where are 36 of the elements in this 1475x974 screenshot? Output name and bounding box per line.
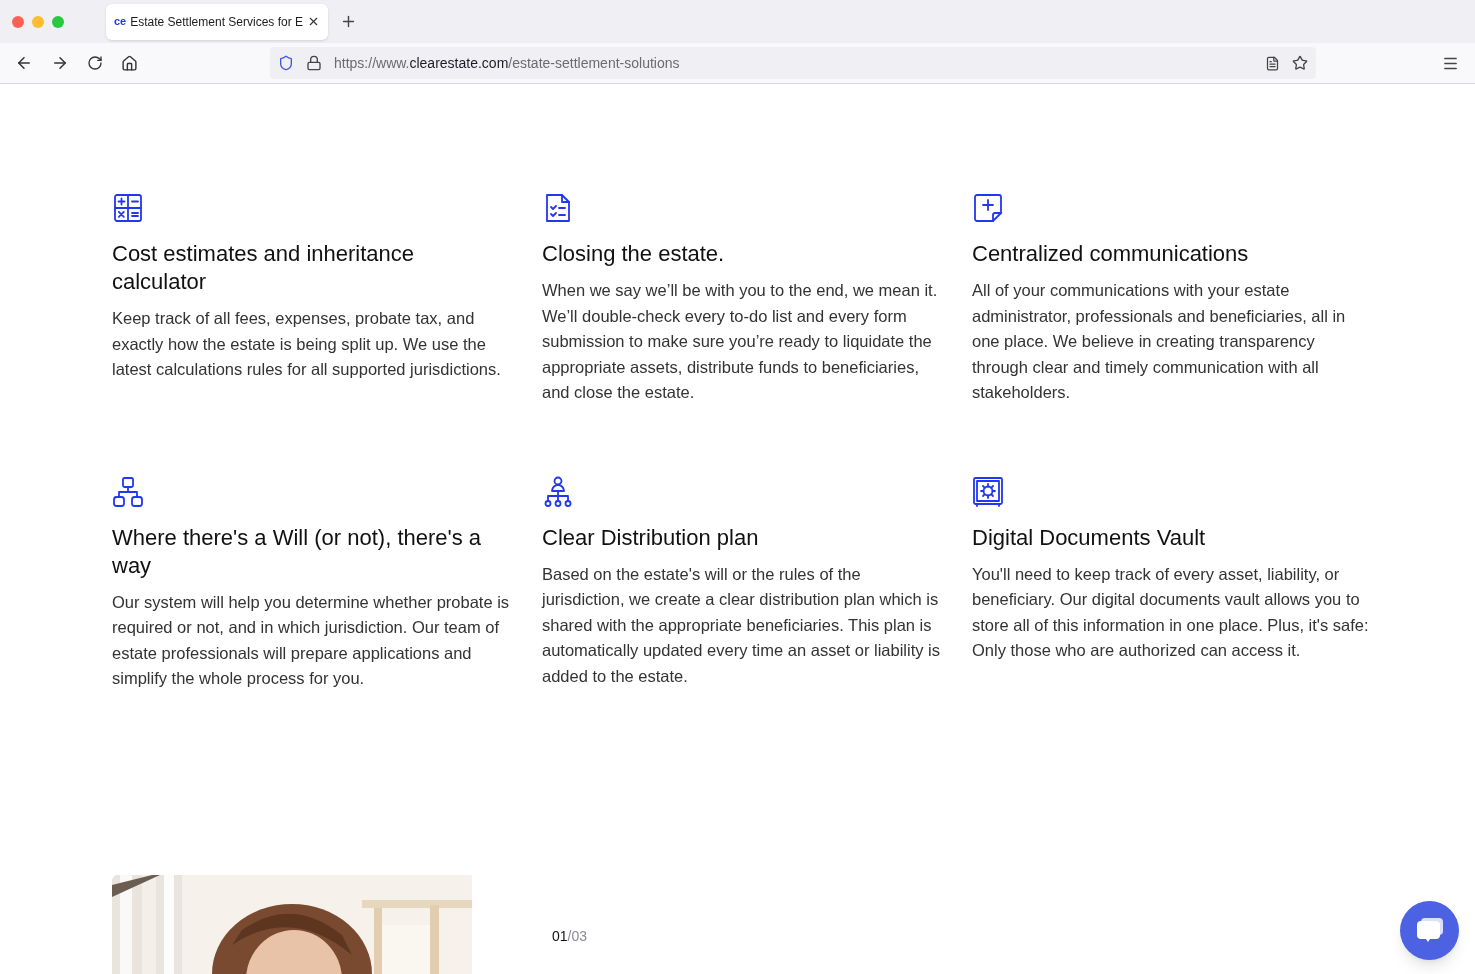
feature-title: Centralized communications [972,240,1250,268]
lock-icon[interactable] [306,55,322,71]
safe-icon [972,475,1004,508]
reload-icon[interactable] [87,55,103,71]
feature-description: Keep track of all fees, expenses, probate tax, and exactly how the estate is being split up. We use the latest calculations rules for all supported jurisdictions. [112,308,502,380]
close-window-icon[interactable] [12,15,24,28]
feature-description: When we say we’ll be with you to the end, we mean it. We’ll double-check every to-do list and every form submission to make sure you’re ready to liquidate the appropriate assets, distribute funds to beneficiaries, and close the estate. [542,280,939,403]
browser-tab[interactable]: ce Estate Settlement Services for E [106,3,328,40]
feature-description: Our system will help you determine whether probate is required or not, and in which jurisdiction. Our team of estate professionals will prepare applications and simplify the whole process for you. [112,591,511,689]
slide-total: /03 [567,927,588,946]
tab-favicon: ce [114,14,127,30]
close-tab-icon[interactable] [307,15,320,28]
reader-view-icon[interactable] [1265,55,1280,71]
chat-button[interactable] [1400,901,1459,960]
new-tab-icon[interactable] [340,13,357,30]
calculator-icon [112,192,144,224]
shield-icon[interactable] [278,55,294,71]
address-bar[interactable]: https://www.clearestate.com/estate-settlement-solutions [270,47,1316,79]
note-plus-icon [972,192,1004,224]
feature-title: Cost estimates and inheritance calculator [112,240,416,296]
bookmark-star-icon[interactable] [1292,55,1308,71]
feature-description: You'll need to keep track of every asset, liability, or beneficiary. Our digital documents vault allows you to store all of this information in one place. Plus, it's safe: Only those who are authorized can access it. [972,563,1370,661]
feature-title: Digital Documents Vault [972,523,1207,552]
url-text: https://www.clearestate.com/estate-settlement-solutions [334,53,680,73]
forward-icon[interactable] [51,54,69,72]
tab-title: Estate Settlement Services for E [130,13,303,31]
feature-title: Where there's a Will (or not), there's a way [112,523,483,580]
feature-title: Closing the estate. [542,240,726,268]
feature-description: All of your communications with your estate administrator, professionals and beneficiaries, all in one place. We believe in creating transparency through clear and timely communication with all stakeholders. [972,280,1347,403]
home-icon[interactable] [121,54,138,72]
feature-title: Clear Distribution plan [542,523,760,552]
org-chart-icon [542,475,574,508]
slide-current: 01 [552,927,568,946]
back-icon[interactable] [15,54,33,72]
hierarchy-icon [112,475,144,508]
feature-description: Based on the estate's will or the rules of the jurisdiction, we create a clear distribution plan which is shared with the appropriate beneficiaries. This plan is automatically updated every time an asset or liability is added to the estate. [542,563,942,687]
